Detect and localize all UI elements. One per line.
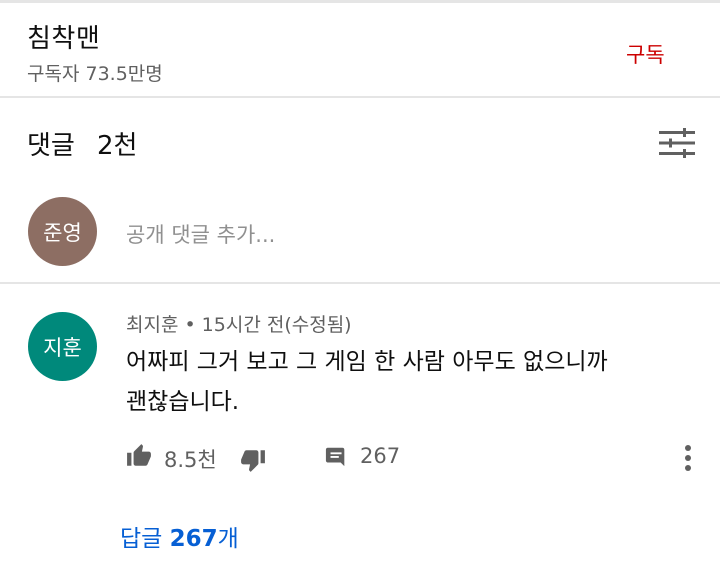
- comment-item: 지훈 최지훈 • 15시간 전(수정됨) 어짜피 그거 보고 그 게임 한 사람 아…: [0, 284, 720, 579]
- add-comment-row: 준영 공개 댓글 추가...: [0, 188, 720, 280]
- sort-icon[interactable]: [659, 128, 695, 158]
- view-replies-prefix: 답글: [120, 526, 163, 552]
- comment-text: 어짜피 그거 보고 그 게임 한 사람 아무도 없으니까 괜찮습니다.: [126, 342, 686, 422]
- comment-text-line: 어짜피 그거 보고 그 게임 한 사람 아무도 없으니까: [126, 349, 608, 375]
- comments-title: 댓글: [27, 131, 75, 161]
- thumbs-up-icon[interactable]: [126, 443, 152, 469]
- subscriber-count: 구독자 73.5만명: [27, 63, 163, 85]
- comment-text-line: 괜찮습니다.: [126, 389, 240, 415]
- comment-actions: 8.5천 267: [0, 439, 720, 479]
- avatar[interactable]: 준영: [28, 197, 97, 266]
- comment-meta: 최지훈 • 15시간 전(수정됨): [126, 310, 352, 337]
- view-replies-link[interactable]: 답글 267개: [120, 519, 239, 553]
- comments-header: 댓글 2천: [0, 98, 720, 188]
- meta-separator: •: [184, 314, 196, 336]
- reply-count: 267: [360, 444, 401, 468]
- comments-count: 2천: [97, 131, 138, 161]
- comment-author[interactable]: 최지훈: [126, 314, 178, 336]
- view-replies-suffix: 개: [217, 526, 239, 552]
- comment-author-avatar[interactable]: 지훈: [28, 312, 97, 381]
- reply-icon[interactable]: [324, 445, 348, 469]
- subscribe-button[interactable]: 구독: [620, 37, 671, 71]
- comment-time: 15시간 전(수정됨): [201, 314, 352, 336]
- channel-name[interactable]: 침착맨: [27, 18, 100, 55]
- like-count: 8.5천: [164, 448, 217, 472]
- channel-header: 침착맨 구독자 73.5만명 구독: [0, 3, 720, 96]
- add-comment-input[interactable]: 공개 댓글 추가...: [126, 219, 275, 249]
- thumbs-down-icon[interactable]: [240, 447, 266, 473]
- more-vert-icon[interactable]: [678, 442, 698, 474]
- view-replies-count: 267: [169, 526, 218, 552]
